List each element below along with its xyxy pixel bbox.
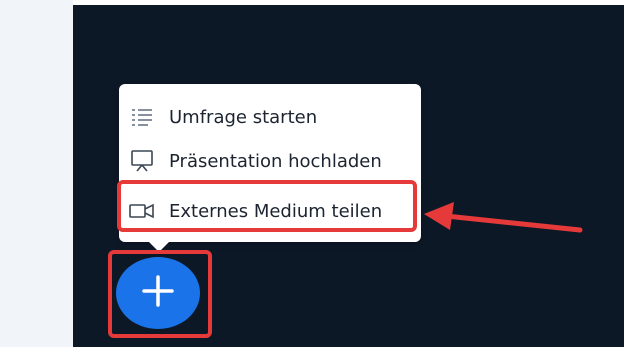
menu-item-label: Umfrage starten: [169, 106, 318, 128]
left-panel: [0, 0, 73, 347]
presentation-screen-icon: [129, 150, 155, 172]
menu-item-label: Präsentation hochladen: [169, 150, 382, 172]
highlight-box-fab: [108, 250, 212, 338]
poll-list-icon: [129, 107, 155, 127]
menu-item-upload-presentation[interactable]: Präsentation hochladen: [119, 144, 421, 178]
annotation-arrow: [424, 202, 583, 233]
highlight-box-menu-item: [117, 180, 417, 232]
menu-item-start-poll[interactable]: Umfrage starten: [119, 100, 421, 134]
